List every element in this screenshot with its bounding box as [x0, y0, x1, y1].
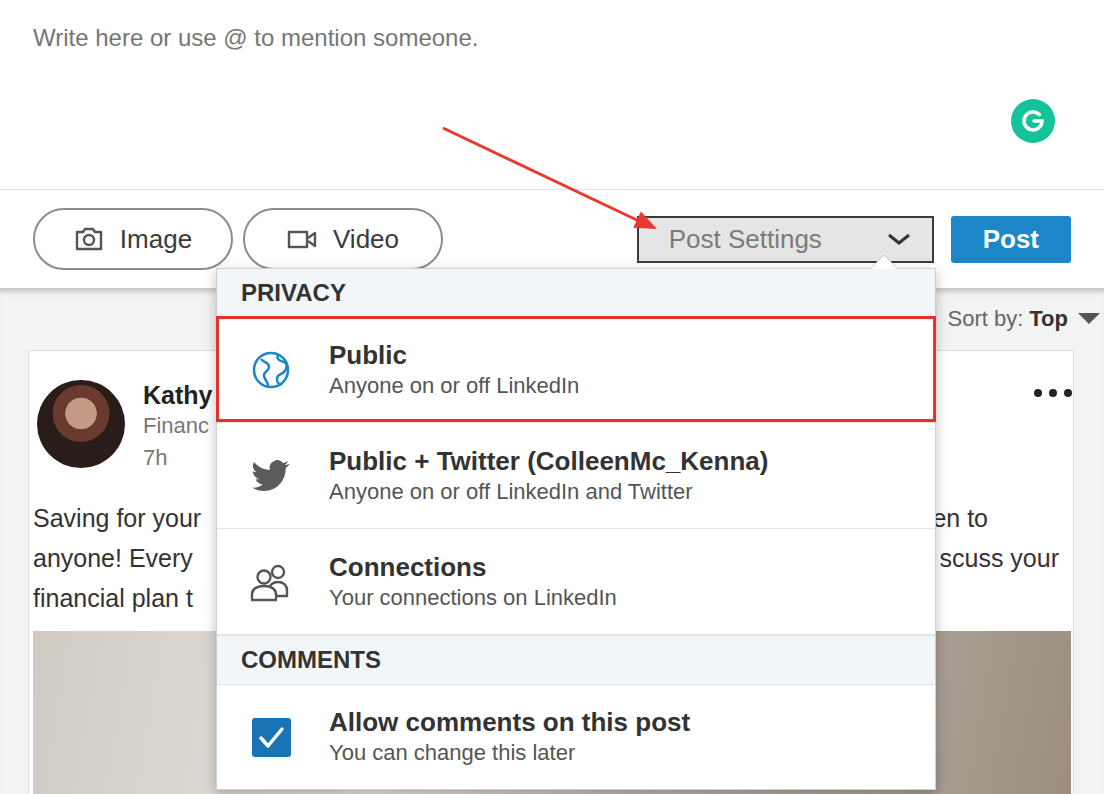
- icon-shape: [1034, 389, 1042, 397]
- privacy-option[interactable]: PublicAnyone on or off LinkedIn: [217, 317, 935, 423]
- grammarly-icon[interactable]: [1011, 99, 1055, 143]
- icon-shape: [261, 729, 282, 746]
- people-icon: [243, 554, 299, 610]
- allow-comments-option[interactable]: Allow comments on this postYou can chang…: [217, 685, 935, 789]
- author-headline: Financ: [143, 410, 212, 442]
- icon-shape: [77, 229, 101, 249]
- icon-shape: [252, 718, 291, 757]
- menu-caret-icon: [870, 255, 898, 269]
- option-subtitle: Your connections on LinkedIn: [329, 583, 617, 613]
- icon-shape: [272, 566, 284, 578]
- icon-shape: [251, 459, 291, 493]
- icon-shape: [1078, 313, 1100, 324]
- option-text: Allow comments on this postYou can chang…: [329, 706, 690, 768]
- icon-shape: [308, 233, 315, 246]
- globe-icon: [243, 342, 299, 398]
- post-composer: [0, 0, 1104, 190]
- icon-shape: [1078, 313, 1100, 325]
- camera-icon: [74, 226, 104, 252]
- icon-shape: [1064, 389, 1072, 397]
- icon-shape: [633, 212, 657, 230]
- image-button[interactable]: Image: [33, 208, 233, 270]
- icon-shape: [252, 586, 276, 600]
- post-text-input[interactable]: [33, 22, 1071, 99]
- icon-shape: [1024, 112, 1042, 130]
- privacy-option[interactable]: Public + Twitter (ColleenMc_Kenna)Anyone…: [217, 423, 935, 529]
- icon-shape: [1033, 388, 1073, 398]
- icon-shape: [889, 235, 909, 243]
- icon-shape: [870, 255, 898, 269]
- post-settings-menu: PRIVACYPublicAnyone on or off LinkedInPu…: [216, 268, 936, 790]
- icon-shape: [1011, 99, 1055, 143]
- chevron-down-icon: [886, 232, 912, 246]
- post-text-fragment: financial plan t: [33, 584, 193, 613]
- twitter-bird-icon: [243, 448, 299, 504]
- option-title: Public + Twitter (ColleenMc_Kenna): [329, 445, 768, 477]
- option-subtitle: Anyone on or off LinkedIn and Twitter: [329, 477, 768, 507]
- option-subtitle: Anyone on or off LinkedIn: [329, 371, 579, 401]
- button-label: Video: [333, 224, 399, 255]
- icon-shape: [1011, 99, 1055, 143]
- author-info: KathyFinanc7h: [143, 380, 212, 474]
- icon-shape: [870, 255, 898, 269]
- icon-shape: [74, 226, 104, 252]
- option-title: Connections: [329, 551, 617, 583]
- option-title: Public: [329, 339, 579, 371]
- author-name[interactable]: Kathy: [143, 380, 212, 410]
- icon-shape: [249, 562, 293, 602]
- option-text: ConnectionsYour connections on LinkedIn: [329, 551, 617, 613]
- checkbox[interactable]: [252, 718, 291, 757]
- icon-shape: [1049, 389, 1057, 397]
- icon-shape: [252, 718, 291, 757]
- icon-shape: [277, 355, 287, 384]
- linkedin-composer-page: Image Video Post Settings Post Sort by:Top Ka…: [0, 0, 1104, 794]
- option-title: Allow comments on this post: [329, 706, 690, 738]
- comments-header: COMMENTS: [217, 635, 935, 685]
- privacy-option[interactable]: ConnectionsYour connections on LinkedIn: [217, 529, 935, 635]
- icon-shape: [287, 228, 317, 250]
- option-text: Public + Twitter (ColleenMc_Kenna)Anyone…: [329, 445, 768, 507]
- sort-value[interactable]: Top: [1029, 306, 1068, 332]
- post-text-fragment: Saving for your: [33, 504, 201, 533]
- button-label: Image: [120, 224, 192, 255]
- post-settings-button[interactable]: Post Settings: [637, 216, 934, 263]
- icon-shape: [251, 350, 291, 390]
- dropdown-triangle-icon[interactable]: [1078, 313, 1100, 325]
- icon-shape: [870, 255, 898, 269]
- icon-shape: [254, 353, 288, 387]
- post-text-fragment: anyone! Every: [33, 544, 193, 573]
- option-subtitle: You can change this later: [329, 738, 690, 768]
- icon-shape: [252, 460, 290, 491]
- icon-shape: [84, 235, 94, 245]
- video-camera-icon: [287, 228, 317, 250]
- author-avatar[interactable]: [37, 380, 125, 468]
- more-options-icon[interactable]: [1033, 388, 1073, 398]
- sort-label: Sort by:: [948, 306, 1024, 332]
- video-button[interactable]: Video: [243, 208, 443, 270]
- icon-shape: [258, 570, 271, 583]
- icon-shape: [289, 232, 307, 247]
- option-text: PublicAnyone on or off LinkedIn: [329, 339, 579, 401]
- icon-shape: [886, 232, 912, 246]
- button-label: Post Settings: [669, 224, 822, 255]
- post-time: 7h: [143, 442, 212, 474]
- icon-shape: [261, 359, 269, 386]
- post-text-fragment: scuss your: [940, 544, 1059, 573]
- privacy-header: PRIVACY: [217, 269, 935, 317]
- icon-shape: [443, 128, 641, 222]
- post-button[interactable]: Post: [951, 216, 1071, 263]
- post-text-fragment: en to: [932, 504, 988, 533]
